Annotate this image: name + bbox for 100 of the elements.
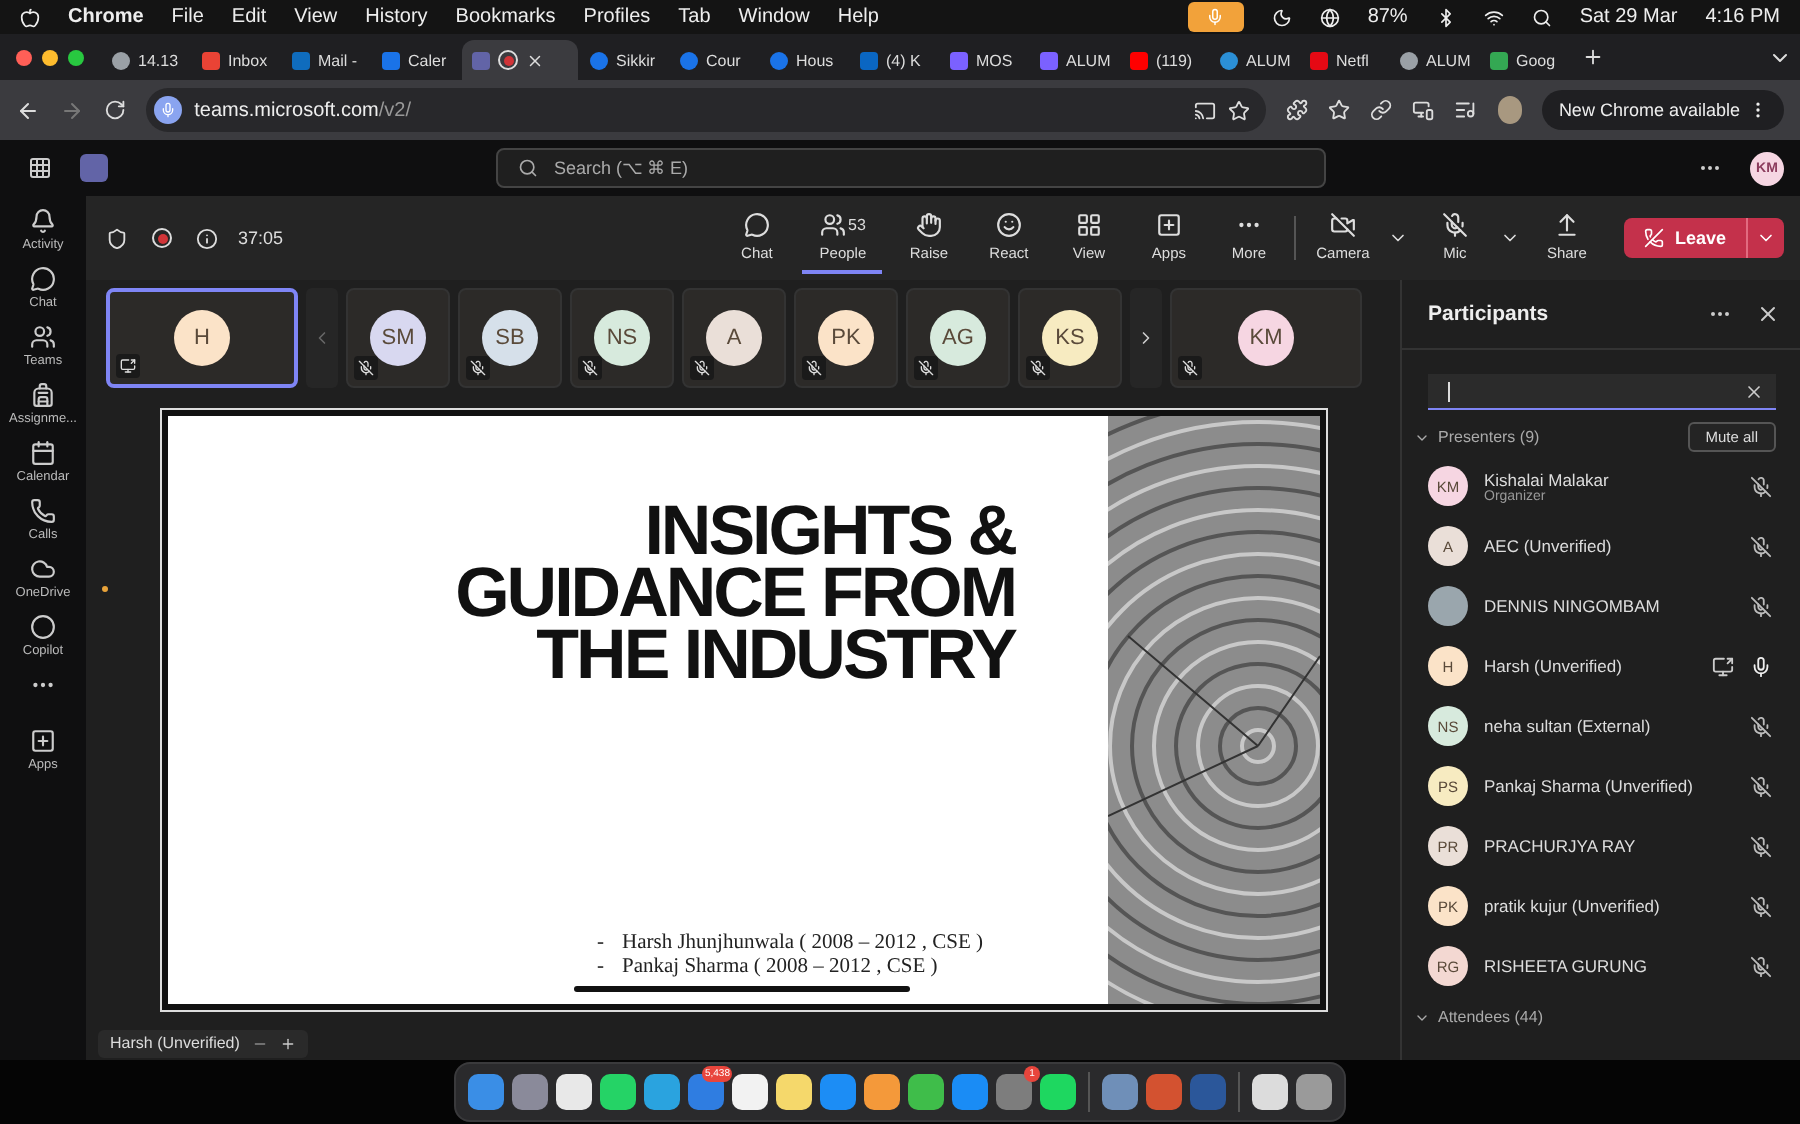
browser-tab[interactable]: ALUM	[1210, 40, 1298, 80]
search-icon[interactable]	[1531, 7, 1552, 27]
app-menu[interactable]: Chrome	[68, 6, 144, 28]
wifi-icon[interactable]	[1483, 7, 1504, 27]
moon-icon[interactable]	[1271, 7, 1292, 27]
browser-tab[interactable]: (119)	[1120, 40, 1208, 80]
back-icon[interactable]	[16, 97, 41, 123]
browser-tab[interactable]: (4) K	[850, 40, 938, 80]
participant-avatar: A	[706, 309, 762, 365]
app-icon[interactable]	[556, 1074, 592, 1110]
browser-tab[interactable]: Sikkir	[580, 40, 668, 80]
menu-item[interactable]: History	[365, 6, 428, 28]
video-tile[interactable]: PK	[794, 287, 898, 387]
favicon-icon	[1220, 51, 1238, 69]
media-icon[interactable]	[1454, 98, 1477, 122]
menu-item[interactable]: Help	[837, 6, 879, 28]
close-icon[interactable]	[526, 51, 544, 69]
microphone-indicator-icon	[1187, 2, 1244, 32]
app-icon[interactable]	[776, 1074, 812, 1110]
favicon-icon	[292, 51, 310, 69]
app-icon[interactable]	[1296, 1074, 1332, 1110]
app-icon[interactable]	[1252, 1074, 1288, 1110]
cast-icon[interactable]	[1194, 99, 1217, 121]
search-field[interactable]: Search (⌥ ⌘ E)	[496, 148, 1326, 188]
extensions-icon[interactable]	[1286, 98, 1309, 122]
apple-icon[interactable]	[20, 7, 40, 27]
browser-tab[interactable]: Mail -	[282, 40, 370, 80]
app-icon[interactable]	[600, 1074, 636, 1110]
star-icon[interactable]	[1328, 98, 1351, 122]
leave-button[interactable]: Leave	[1624, 218, 1784, 258]
link-icon[interactable]	[1370, 98, 1393, 122]
video-tile[interactable]: H	[106, 287, 298, 387]
video-tile[interactable]: A	[682, 287, 786, 387]
info-icon[interactable]	[196, 227, 218, 249]
menu-item[interactable]: Window	[738, 6, 810, 28]
browser-tab[interactable]: MOS	[940, 40, 1028, 80]
address-bar[interactable]: teams.microsoft.com/v2/	[146, 88, 1267, 132]
participant-avatar: KS	[1042, 309, 1098, 365]
browser-tab[interactable]: Hous	[760, 40, 848, 80]
app-icon[interactable]	[908, 1074, 944, 1110]
close-icon[interactable]	[1756, 302, 1780, 326]
close-window-icon[interactable]	[16, 49, 32, 65]
app-icon[interactable]	[732, 1074, 768, 1110]
menu-item[interactable]: Tab	[678, 6, 711, 28]
plus-icon[interactable]	[279, 1035, 296, 1051]
devices-icon[interactable]	[1412, 98, 1435, 122]
browser-tab[interactable]: Cour	[670, 40, 758, 80]
slide-title: THE INDUSTRY	[536, 624, 1015, 686]
panel-title: Participants	[1428, 302, 1551, 326]
menubar-date: Sat 29 Mar	[1579, 6, 1678, 28]
menu-item[interactable]: Bookmarks	[455, 6, 556, 28]
person-icon	[820, 211, 847, 237]
participant-row[interactable]: DENNIS NINGOMBAM	[1402, 576, 1800, 636]
video-tile[interactable]: SM	[346, 287, 450, 387]
menu-item[interactable]: Profiles	[583, 6, 651, 28]
reload-icon[interactable]	[104, 98, 127, 122]
search-icon	[518, 158, 538, 178]
maximize-window-icon[interactable]	[68, 49, 84, 65]
video-tile[interactable]: SB	[458, 287, 562, 387]
recording-icon	[498, 50, 518, 70]
bluetooth-icon[interactable]	[1435, 7, 1456, 27]
app-icon[interactable]	[1040, 1074, 1076, 1110]
clear-icon[interactable]	[1744, 381, 1764, 401]
browser-tab[interactable]	[462, 40, 578, 80]
forward-icon[interactable]	[60, 97, 85, 123]
menu-item[interactable]: View	[294, 6, 338, 28]
backpack-icon	[30, 382, 56, 408]
globe-icon	[112, 51, 130, 69]
favicon-icon	[1310, 51, 1328, 69]
browser-tab[interactable]: Inbox	[192, 40, 280, 80]
video-tile[interactable]: NS	[570, 287, 674, 387]
favicon-icon	[860, 51, 878, 69]
participant-avatar: KM	[1238, 309, 1294, 365]
participant-search-field[interactable]	[1428, 374, 1776, 410]
app-launcher-icon[interactable]	[28, 156, 52, 180]
slide-bullet: - Pankaj Sharma ( 2008 – 2012 , CSE )	[597, 956, 940, 978]
menu-item[interactable]: File	[171, 6, 204, 28]
people-group-icon	[30, 324, 56, 350]
video-tile[interactable]: AG	[906, 287, 1010, 387]
browser-tab[interactable]: ALUM	[1390, 40, 1478, 80]
status-dot	[102, 586, 108, 592]
update-button[interactable]: New Chrome available	[1542, 90, 1784, 130]
browser-tab[interactable]: 14.13	[102, 40, 190, 80]
video-tile[interactable]: KS	[1018, 287, 1122, 387]
browser-tab[interactable]: Caler	[372, 40, 460, 80]
app-icon[interactable]	[864, 1074, 900, 1110]
browser-tab[interactable]: Goog	[1480, 40, 1568, 80]
meeting-timer: 37:05	[238, 228, 284, 248]
bookmark-star-icon[interactable]	[1228, 99, 1251, 121]
shield-icon[interactable]	[106, 227, 128, 249]
profile-avatar[interactable]	[1497, 96, 1523, 124]
bell-icon	[30, 208, 56, 234]
minimize-window-icon[interactable]	[42, 49, 58, 65]
participant-name: neha sultan (External)	[1484, 716, 1653, 736]
browser-tab[interactable]: Netfl	[1300, 40, 1388, 80]
new-tab-icon[interactable]	[1582, 46, 1604, 68]
browser-tab[interactable]: ALUM	[1030, 40, 1118, 80]
favicon-icon	[950, 51, 968, 69]
menu-item[interactable]: Edit	[231, 6, 267, 28]
video-tile[interactable]: KM	[1170, 287, 1362, 387]
